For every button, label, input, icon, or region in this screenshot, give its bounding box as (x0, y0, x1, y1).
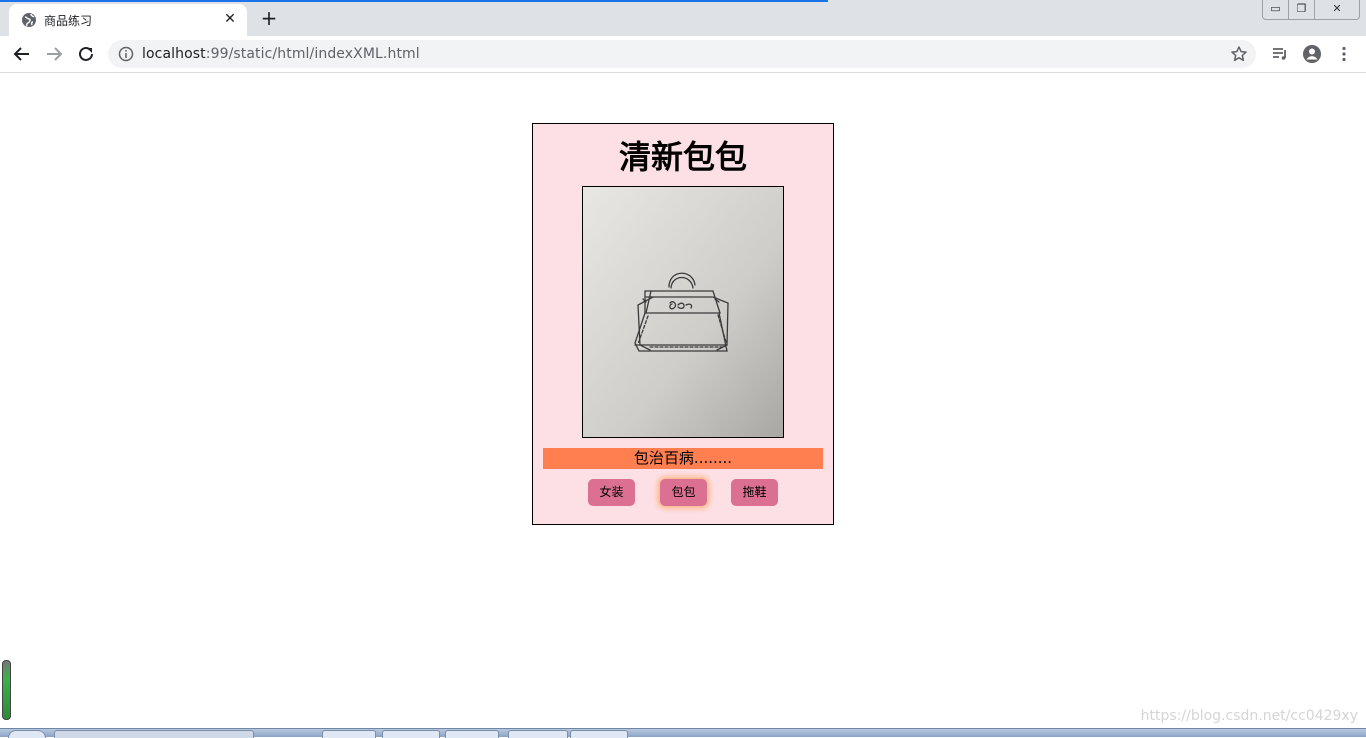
taskbar-item[interactable] (382, 730, 440, 738)
more-vert-icon (1342, 46, 1346, 62)
taskbar-item[interactable] (54, 730, 254, 738)
product-card: 清新包包 包治百病........ 女装 包包 拖鞋 (532, 123, 834, 525)
product-image (582, 186, 784, 438)
taskbar-item[interactable] (570, 730, 628, 738)
bookmark-star-icon[interactable] (1230, 45, 1248, 63)
url-host: localhost (142, 46, 206, 62)
menu-button[interactable] (1332, 42, 1356, 66)
tab-close-icon[interactable]: ✕ (221, 10, 239, 28)
forward-arrow-icon (47, 47, 63, 61)
tab-title: 商品练习 (44, 14, 93, 28)
window-controls: ▭ ❐ ✕ (1262, 0, 1360, 20)
url-path: :99/static/html/indexXML.html (205, 46, 420, 62)
back-button[interactable] (10, 42, 34, 66)
globe-icon (22, 13, 36, 27)
browser-toolbar: localhost:99/static/html/indexXML.html (0, 36, 1366, 73)
restore-button[interactable]: ❐ (1288, 0, 1314, 19)
account-circle-icon (1303, 45, 1321, 63)
reload-icon (79, 46, 93, 61)
product-description: 包治百病........ (543, 448, 823, 469)
browser-tab[interactable]: 商品练习 ✕ (9, 4, 247, 36)
taskbar-item[interactable] (445, 730, 499, 738)
info-icon[interactable] (118, 46, 134, 62)
category-button-womens-clothing[interactable]: 女装 (588, 479, 635, 506)
tab-strip: 商品练习 ✕ + ▭ ❐ ✕ (0, 0, 1366, 36)
watermark-text: https://blog.csdn.net/cc0429xy (1140, 708, 1358, 724)
playlist-icon (1273, 48, 1286, 60)
product-title: 清新包包 (618, 138, 747, 176)
new-tab-button[interactable]: + (259, 8, 279, 28)
window-close-button[interactable]: ✕ (1314, 0, 1359, 19)
start-button[interactable] (8, 730, 46, 738)
category-button-slippers[interactable]: 拖鞋 (731, 479, 778, 506)
category-button-bags[interactable]: 包包 (660, 479, 707, 506)
handbag-sketch-image (583, 187, 783, 437)
forward-button[interactable] (42, 42, 66, 66)
media-control-button[interactable] (1268, 42, 1292, 66)
category-button-row: 女装 包包 拖鞋 (533, 479, 833, 507)
back-arrow-icon (13, 47, 29, 61)
taskbar-item[interactable] (322, 730, 376, 738)
reload-button[interactable] (74, 42, 98, 66)
loading-progress-line (0, 0, 828, 2)
taskbar-item[interactable] (508, 730, 568, 738)
minimize-button[interactable]: ▭ (1263, 0, 1288, 19)
address-bar[interactable]: localhost:99/static/html/indexXML.html (108, 40, 1256, 68)
url-text[interactable]: localhost:99/static/html/indexXML.html (142, 46, 420, 62)
profile-button[interactable] (1300, 42, 1324, 66)
scroll-grip-handle[interactable] (2, 660, 11, 720)
